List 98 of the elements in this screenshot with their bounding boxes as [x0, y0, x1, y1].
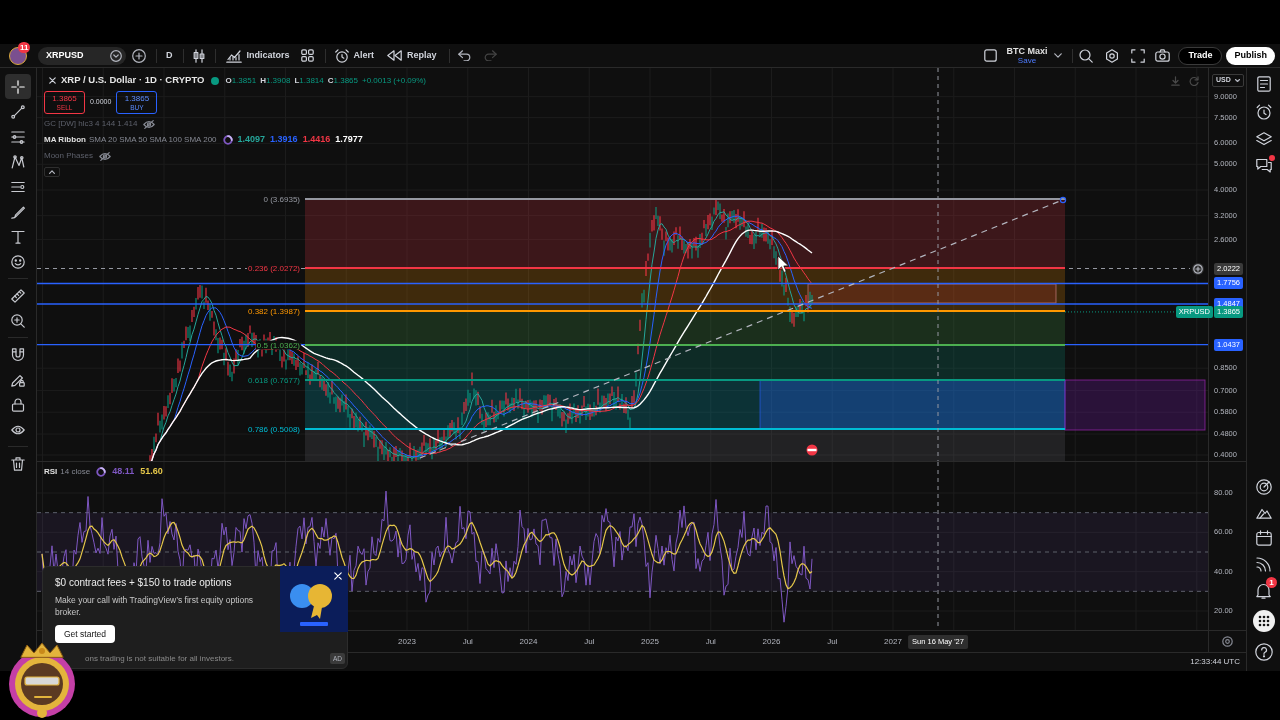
- trash-icon: [11, 456, 25, 471]
- crosshair-icon: [11, 79, 25, 94]
- indicator-params: 14 close: [60, 465, 91, 478]
- ohlc-value: O1.3851: [225, 74, 257, 87]
- pencil-lock-icon: [11, 372, 25, 387]
- profile-avatar[interactable]: [9, 46, 27, 65]
- alert-button[interactable]: Alert: [334, 48, 375, 63]
- price-change: +0.0013 (+0.09%): [362, 74, 427, 87]
- time-axis-label: Jul: [584, 637, 595, 646]
- layers-icon[interactable]: [1255, 132, 1272, 146]
- magnet-icon: [11, 347, 25, 362]
- indicator-name: GC [DW] hlc3 4 144 1.414: [44, 118, 138, 130]
- publish-button[interactable]: Publish: [1226, 46, 1275, 65]
- trade-button[interactable]: Trade: [1178, 46, 1223, 65]
- fib-level-label: 0 (3.6935): [262, 194, 301, 204]
- zigzag-icon: [11, 154, 25, 169]
- bell-icon[interactable]: [1256, 583, 1271, 599]
- time-axis-label: Jul: [827, 637, 838, 646]
- indicator-value: 1.4097: [237, 133, 266, 147]
- lock-icon: [11, 397, 25, 412]
- trend-line-icon: [11, 104, 25, 119]
- indicator-value: 1.4416: [302, 133, 331, 147]
- indicator-value: 51.60: [140, 465, 163, 478]
- square-icon[interactable]: [984, 49, 998, 62]
- feed-icon[interactable]: [1256, 557, 1271, 572]
- brush-icon: [11, 204, 25, 219]
- cursor-icon: [777, 255, 789, 273]
- apps-icon[interactable]: [1252, 610, 1275, 632]
- search-icon[interactable]: [1079, 48, 1094, 63]
- lines-icon: [11, 129, 25, 144]
- event-marker-icon[interactable]: [806, 444, 818, 456]
- circle-chevron-icon: [110, 49, 122, 62]
- camera-icon[interactable]: [1155, 49, 1171, 62]
- ruler-icon: [11, 288, 25, 303]
- indicators-button[interactable]: Indicators: [225, 48, 290, 63]
- undo-icon[interactable]: [457, 50, 471, 61]
- indicator-params: SMA 20 SMA 50 SMA 100 SMA 200: [88, 134, 217, 146]
- indicator-value: 1.7977: [335, 133, 363, 147]
- time-axis-label: 2024: [519, 637, 538, 646]
- help-icon[interactable]: [1254, 643, 1273, 661]
- smiley-icon: [11, 254, 25, 269]
- text-icon: [11, 229, 25, 244]
- list-icon[interactable]: [1256, 76, 1271, 92]
- alarm-clock-icon[interactable]: [1255, 104, 1272, 120]
- time-axis-label: Jul: [705, 637, 716, 646]
- plus-circle-icon[interactable]: [132, 48, 146, 63]
- time-axis-label: 2025: [641, 637, 659, 646]
- layout-button[interactable]: BTC Maxi Save: [1006, 46, 1048, 65]
- clock-time: 12:33:44 UTC: [1190, 656, 1240, 668]
- fib-level-label: 0.786 (0.5008): [246, 424, 301, 434]
- indicator-name: Moon Phases: [44, 150, 93, 162]
- notification-badge: 1: [1266, 577, 1277, 588]
- time-axis-label: 2026: [762, 637, 781, 646]
- fib-level-label: 0.5 (1.0362): [255, 340, 301, 350]
- indicator-name: RSI: [44, 465, 58, 478]
- ad-body: Make your call with TradingView’s first equity options broker.: [55, 594, 255, 618]
- ad-image-drawing: [280, 566, 348, 632]
- replay-button[interactable]: Replay: [387, 48, 437, 63]
- disclaimer-text: ons trading is not suitable for all investors.: [85, 655, 234, 663]
- zoom-in-icon: [11, 313, 25, 328]
- indicator-value: 1.3916: [270, 133, 298, 147]
- ohlc-value: L1.3814: [294, 74, 324, 87]
- crosshair-button[interactable]: [5, 74, 31, 99]
- target-icon[interactable]: [1255, 479, 1272, 495]
- rewind-icon: [387, 50, 403, 61]
- fib-level-label: 0.236 (2.0272): [246, 263, 301, 273]
- ad-title: $0 contract fees + $150 to trade options: [55, 576, 232, 590]
- collapse-button[interactable]: [44, 167, 60, 177]
- fib-level-label: 0.382 (1.3987): [246, 306, 301, 316]
- symbol-title: XRP / U.S. Dollar · 1D · CRYPTO: [61, 73, 205, 88]
- chart-lines-icon: [11, 179, 25, 194]
- calendar-icon[interactable]: [1255, 530, 1272, 546]
- interval-button[interactable]: D: [166, 48, 173, 63]
- notification-badge: 11: [18, 41, 31, 53]
- get-started-button[interactable]: Get started: [55, 625, 116, 643]
- mountain-icon[interactable]: [1255, 506, 1272, 519]
- ohlc-value: H1.3908: [260, 74, 291, 87]
- ohlc-value: C1.3865: [327, 74, 358, 87]
- alarm-clock-icon: [334, 48, 349, 63]
- fib-level-label: 0.618 (0.7677): [246, 375, 301, 385]
- candlestick-icon[interactable]: [192, 48, 205, 63]
- time-axis-label: 2027: [884, 637, 902, 646]
- caret-icon: [1235, 79, 1240, 82]
- grid-icon[interactable]: [300, 49, 314, 62]
- eye-off-icon[interactable]: [143, 119, 156, 129]
- chevron-up-icon: [49, 170, 55, 174]
- time-axis-label: Jul: [462, 637, 473, 646]
- chart-icon: [225, 48, 242, 63]
- plus-circle-icon[interactable]: [1192, 262, 1204, 275]
- close-icon[interactable]: [49, 77, 56, 84]
- time-axis-label: 2023: [398, 637, 416, 646]
- indicator-value: 48.11: [112, 465, 135, 478]
- chevron-down-icon[interactable]: [1054, 53, 1063, 58]
- fullscreen-icon[interactable]: [1131, 48, 1146, 63]
- symbol-search-button[interactable]: XRPUSD: [38, 46, 126, 65]
- chat-icon[interactable]: [1255, 158, 1272, 173]
- eye-off-icon[interactable]: [98, 151, 111, 161]
- indicator-name: MA Ribbon: [44, 134, 86, 146]
